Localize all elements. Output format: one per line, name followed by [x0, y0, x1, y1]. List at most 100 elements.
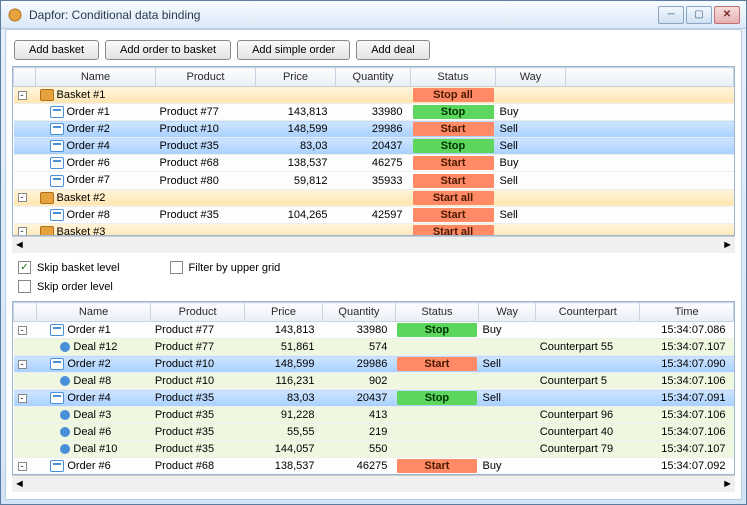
grid-row[interactable]: Deal #10Product #35144,057550Counterpart… [14, 441, 734, 458]
bottom-grid[interactable]: NameProductPriceQuantityStatusWayCounter… [12, 301, 735, 475]
status-badge[interactable]: Start [397, 357, 476, 371]
grid-row[interactable]: Order #1Product #77143,81333980StopBuy [14, 104, 734, 121]
order-icon [50, 392, 64, 404]
top-grid[interactable]: NameProductPriceQuantityStatusWay - Basket… [12, 66, 735, 236]
grid-row[interactable]: - Basket #3 Start all [14, 223, 734, 236]
options-panel: ✓Skip basket level Filter by upper grid … [12, 253, 735, 301]
row-name: Order #6 [67, 157, 110, 169]
status-badge[interactable]: Stop [397, 323, 476, 337]
column-header[interactable]: Status [395, 303, 478, 322]
row-name: Order #2 [67, 123, 110, 135]
basket-icon [40, 89, 54, 101]
expand-toggle[interactable]: - [18, 193, 27, 202]
basket-icon [40, 226, 54, 236]
row-name: Order #4 [67, 392, 110, 404]
grid-row[interactable]: - Basket #1 Stop all [14, 87, 734, 104]
column-header[interactable]: Product [156, 68, 256, 87]
deal-icon [60, 342, 70, 352]
row-name: Order #2 [67, 358, 110, 370]
grid-row[interactable]: -Order #2Product #10148,59929986StartSel… [14, 356, 734, 373]
add-deal-button[interactable]: Add deal [356, 40, 429, 60]
row-name: Basket #2 [57, 192, 106, 204]
grid-row[interactable]: Deal #3Product #3591,228413Counterpart 9… [14, 407, 734, 424]
maximize-button[interactable]: ▢ [686, 6, 712, 24]
add-order-button[interactable]: Add order to basket [105, 40, 231, 60]
basket-icon [40, 192, 54, 204]
status-badge[interactable]: Stop [413, 105, 494, 119]
expand-toggle[interactable]: - [18, 326, 27, 335]
top-scrollbar[interactable]: ◄► [12, 236, 735, 253]
order-icon [50, 460, 64, 472]
status-badge[interactable]: Start [413, 156, 494, 170]
column-header[interactable]: Time [640, 303, 734, 322]
grid-row[interactable]: Order #6Product #68138,53746275StartBuy [14, 155, 734, 172]
order-icon [50, 140, 64, 152]
add-basket-button[interactable]: Add basket [14, 40, 99, 60]
grid-row[interactable]: Order #7Product #8059,81235933StartSell [14, 172, 734, 189]
column-header[interactable]: Quantity [336, 68, 411, 87]
column-header[interactable] [14, 68, 36, 87]
row-name: Deal #8 [73, 375, 111, 387]
order-icon [50, 175, 64, 187]
grid-row[interactable]: -Order #4Product #3583,0320437StopSell15… [14, 390, 734, 407]
column-header[interactable] [14, 303, 37, 322]
expand-toggle[interactable]: - [18, 462, 27, 471]
deal-icon [60, 444, 70, 454]
column-header[interactable]: Name [36, 303, 150, 322]
row-name: Order #6 [67, 460, 110, 472]
column-header[interactable]: Quantity [322, 303, 395, 322]
expand-toggle[interactable]: - [18, 91, 27, 100]
column-header[interactable]: Status [411, 68, 496, 87]
status-badge[interactable]: Start [413, 174, 494, 188]
grid-row[interactable]: Deal #8Product #10116,231902Counterpart … [14, 373, 734, 390]
status-badge[interactable]: Start [413, 122, 494, 136]
status-badge[interactable]: Start all [413, 225, 494, 236]
row-name: Order #7 [67, 174, 110, 186]
status-badge[interactable]: Start all [413, 191, 494, 205]
row-name: Deal #3 [73, 409, 111, 421]
status-badge[interactable]: Stop all [413, 88, 494, 102]
column-header[interactable]: Price [244, 303, 322, 322]
skip-basket-checkbox[interactable]: ✓Skip basket level [18, 261, 120, 274]
expand-toggle[interactable]: - [18, 394, 27, 403]
column-header[interactable]: Way [479, 303, 536, 322]
order-icon [50, 324, 64, 336]
order-icon [50, 209, 64, 221]
row-name: Order #1 [67, 324, 110, 336]
order-icon [50, 123, 64, 135]
expand-toggle[interactable]: - [18, 360, 27, 369]
grid-row[interactable]: - Basket #2 Start all [14, 189, 734, 206]
deal-icon [60, 410, 70, 420]
row-name: Order #4 [67, 140, 110, 152]
row-name: Basket #3 [57, 226, 106, 236]
close-button[interactable]: ✕ [714, 6, 740, 24]
grid-row[interactable]: Order #4Product #3583,0320437StopSell [14, 138, 734, 155]
grid-row[interactable]: Order #2Product #10148,59929986StartSell [14, 121, 734, 138]
grid-row[interactable]: Deal #6Product #3555,55219Counterpart 40… [14, 424, 734, 441]
column-header[interactable]: Counterpart [536, 303, 640, 322]
grid-row[interactable]: Order #8Product #35104,26542597StartSell [14, 206, 734, 223]
column-header[interactable]: Product [151, 303, 245, 322]
grid-row[interactable]: -Order #6Product #68138,53746275StartBuy… [14, 458, 734, 475]
window-title: Dapfor: Conditional data binding [29, 8, 658, 22]
expand-toggle[interactable]: - [18, 227, 27, 236]
column-header[interactable]: Way [496, 68, 566, 87]
minimize-button[interactable]: ─ [658, 6, 684, 24]
grid-row[interactable]: -Order #1Product #77143,81333980StopBuy1… [14, 322, 734, 339]
status-badge[interactable]: Stop [413, 139, 494, 153]
column-header[interactable]: Price [256, 68, 336, 87]
status-badge[interactable]: Start [397, 459, 476, 473]
grid-row[interactable]: Deal #12Product #7751,861574Counterpart … [14, 339, 734, 356]
order-icon [50, 358, 64, 370]
status-badge[interactable]: Stop [397, 391, 476, 405]
app-icon [7, 7, 23, 23]
filter-upper-checkbox[interactable]: Filter by upper grid [170, 261, 281, 274]
bottom-scrollbar[interactable]: ◄► [12, 475, 735, 492]
column-header[interactable]: Name [36, 68, 156, 87]
row-name: Basket #1 [57, 89, 106, 101]
titlebar[interactable]: Dapfor: Conditional data binding ─ ▢ ✕ [1, 1, 746, 29]
skip-order-checkbox[interactable]: Skip order level [18, 280, 729, 293]
status-badge[interactable]: Start [413, 208, 494, 222]
add-simple-order-button[interactable]: Add simple order [237, 40, 350, 60]
row-name: Order #8 [67, 209, 110, 221]
